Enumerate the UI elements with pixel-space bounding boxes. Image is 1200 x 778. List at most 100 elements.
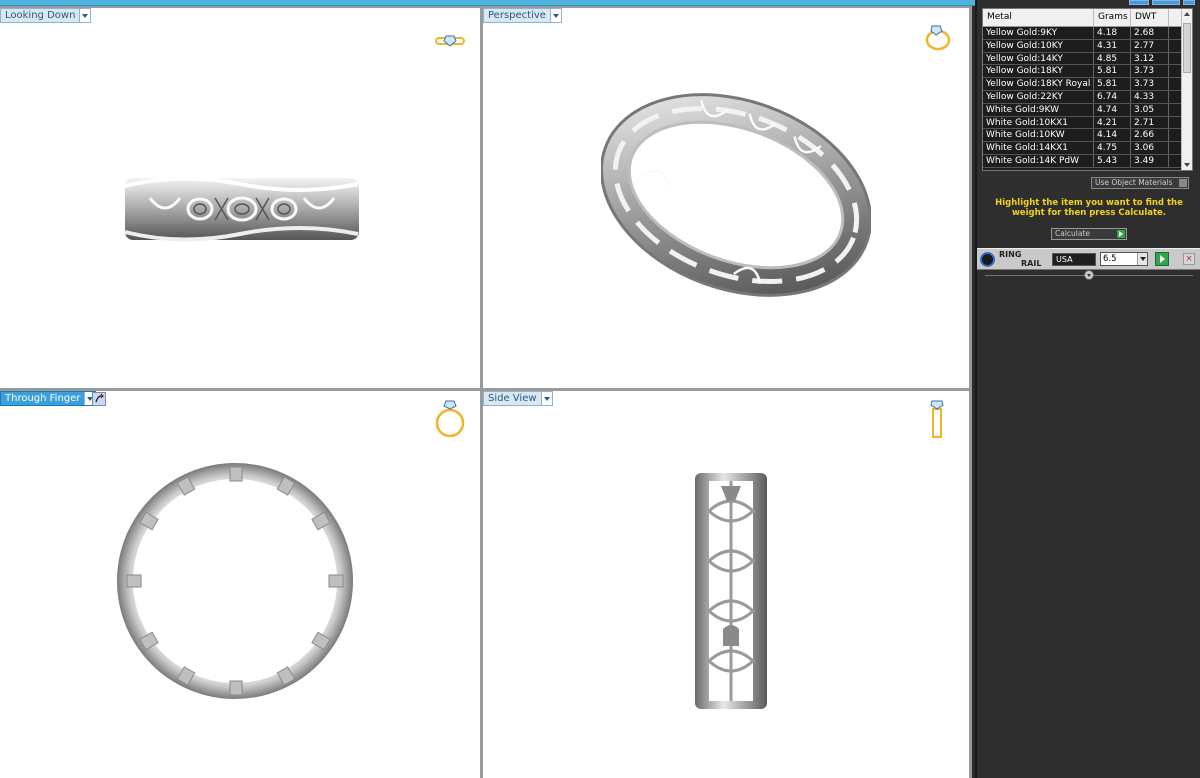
grams-cell: 4.31 [1094, 39, 1131, 52]
use-object-materials-button[interactable]: Use Object Materials [1091, 177, 1189, 189]
viewport-label-through-finger[interactable]: Through Finger [0, 391, 97, 406]
scroll-up-icon[interactable] [1184, 12, 1190, 16]
metal-cell: Yellow Gold:18KY [983, 65, 1094, 78]
viewport-looking-down[interactable]: Looking Down [0, 8, 480, 388]
metal-cell: Yellow Gold:18KY Royal [983, 78, 1094, 90]
ring-rail-title-line1: RING [999, 250, 1022, 259]
metal-weight-panel: Metal Grams DWT Yellow Gold:9KY 4.18 2.68 Y… [975, 0, 1200, 778]
chevron-down-icon[interactable] [1137, 253, 1147, 265]
grams-cell: 6.74 [1094, 90, 1131, 103]
dwt-cell: 2.77 [1131, 39, 1169, 52]
use-object-materials-label: Use Object Materials [1095, 178, 1173, 187]
ring-perspective-icon[interactable] [923, 22, 953, 52]
dwt-cell: 2.71 [1131, 116, 1169, 129]
grams-cell: 4.75 [1094, 142, 1131, 154]
dwt-cell: 3.49 [1131, 154, 1169, 167]
panel-mini-button[interactable] [1152, 0, 1180, 5]
grams-cell: 5.81 [1094, 65, 1131, 78]
table-row[interactable]: Yellow Gold:18KY 5.81 3.73 [983, 65, 1192, 79]
calculate-hint-text: Highlight the item you want to find the … [995, 198, 1183, 218]
viewport-label-side-view[interactable]: Side View [483, 391, 553, 406]
table-row[interactable]: Yellow Gold:14KY 4.85 3.12 [983, 52, 1192, 66]
table-row[interactable]: White Gold:14K PdW 5.43 3.49 [983, 154, 1192, 168]
table-scrollbar[interactable] [1181, 9, 1192, 170]
grams-cell: 5.43 [1094, 154, 1131, 167]
metal-cell: White Gold:9KW [983, 103, 1094, 116]
table-row[interactable]: White Gold:10KW 4.14 2.66 [983, 129, 1192, 143]
panel-mini-button[interactable] [1129, 0, 1149, 5]
dwt-cell: 3.73 [1131, 78, 1169, 90]
ring-size-select[interactable]: 6.5 [1100, 252, 1148, 266]
dwt-cell: 2.66 [1131, 129, 1169, 142]
dwt-cell: 3.12 [1131, 52, 1169, 65]
grams-cell: 4.21 [1094, 116, 1131, 129]
ring-top-icon[interactable] [434, 32, 466, 50]
ring-front-icon[interactable] [434, 399, 466, 439]
viewport-label-text: Looking Down [5, 10, 76, 21]
metal-cell: Yellow Gold:10KY [983, 39, 1094, 52]
metal-weight-table[interactable]: Metal Grams DWT Yellow Gold:9KY 4.18 2.68 Y… [982, 8, 1193, 171]
grams-cell: 4.85 [1094, 52, 1131, 65]
metal-cell: White Gold:14KX1 [983, 142, 1094, 154]
table-row[interactable]: White Gold:14KX1 4.75 3.06 [983, 142, 1192, 155]
close-icon[interactable]: × [1183, 253, 1195, 265]
metal-table-header: Metal Grams DWT [983, 9, 1192, 27]
ring-size-country-field[interactable]: USA [1052, 253, 1096, 266]
dwt-cell: 4.33 [1131, 90, 1169, 103]
metal-cell: Yellow Gold:22KY [983, 90, 1094, 103]
ring-side-icon[interactable] [929, 399, 945, 439]
ring-rail-toolbar: RING RAIL USA 6.5 × [977, 248, 1200, 270]
viewport-perspective[interactable]: Perspective [483, 8, 969, 388]
grams-cell: 4.18 [1094, 27, 1131, 39]
ring-rail-logo-icon [980, 252, 995, 267]
table-row[interactable]: Yellow Gold:18KY Royal 5.81 3.73 [983, 78, 1192, 91]
table-row[interactable]: Yellow Gold:9KY 4.18 2.68 [983, 27, 1192, 40]
rotate-tool-icon[interactable] [92, 392, 106, 406]
collapse-toggle-icon[interactable] [1084, 270, 1094, 280]
viewport-dropdown-arrow[interactable] [79, 9, 91, 22]
column-header-grams[interactable]: Grams [1094, 9, 1131, 26]
column-header-dwt[interactable]: DWT [1131, 9, 1169, 26]
metal-cell: White Gold:14K PdW [983, 154, 1094, 167]
dwt-cell: 3.73 [1131, 65, 1169, 78]
table-row-partial [983, 168, 1192, 170]
viewport-label-text: Side View [488, 393, 537, 404]
play-icon[interactable] [1117, 230, 1125, 238]
use-object-materials-toggle[interactable] [1179, 179, 1187, 187]
viewport-grid: Looking Down Perspective Through Finger … [0, 6, 972, 778]
viewport-through-finger[interactable]: Through Finger [0, 391, 480, 778]
grams-cell: 4.14 [1094, 129, 1131, 142]
viewport-label-perspective[interactable]: Perspective [483, 8, 562, 23]
panel-mini-button[interactable] [1183, 0, 1195, 5]
dwt-cell: 3.05 [1131, 103, 1169, 116]
viewport-side-view[interactable]: Side View [483, 391, 969, 778]
table-row[interactable]: Yellow Gold:22KY 6.74 4.33 [983, 90, 1192, 104]
viewport-dropdown-arrow[interactable] [549, 9, 561, 22]
scroll-thumb[interactable] [1183, 23, 1191, 73]
scroll-down-icon[interactable] [1184, 163, 1190, 167]
table-row[interactable]: Yellow Gold:10KY 4.31 2.77 [983, 39, 1192, 53]
table-row[interactable]: White Gold:9KW 4.74 3.05 [983, 103, 1192, 117]
viewport-dropdown-arrow[interactable] [540, 392, 552, 405]
dwt-cell: 2.68 [1131, 27, 1169, 39]
viewport-label-looking-down[interactable]: Looking Down [0, 8, 92, 23]
viewport-label-text: Perspective [488, 10, 546, 21]
metal-cell: Yellow Gold:9KY [983, 27, 1094, 39]
ring-through-finger-render [117, 463, 353, 699]
ring-perspective-render [601, 93, 871, 297]
calculate-label: Calculate [1055, 229, 1091, 238]
column-header-metal[interactable]: Metal [983, 9, 1094, 26]
metal-cell: White Gold:10KW [983, 129, 1094, 142]
ring-rail-title: RING RAIL [999, 250, 1041, 268]
metal-cell: White Gold:10KX1 [983, 116, 1094, 129]
apply-size-play-icon[interactable] [1155, 252, 1169, 266]
dwt-cell: 3.06 [1131, 142, 1169, 154]
viewport-label-text: Through Finger [5, 393, 81, 404]
metal-cell: Yellow Gold:14KY [983, 52, 1094, 65]
metal-table-body: Yellow Gold:9KY 4.18 2.68 Yellow Gold:10KY 4… [983, 27, 1192, 168]
grams-cell: 4.74 [1094, 103, 1131, 116]
table-row[interactable]: White Gold:10KX1 4.21 2.71 [983, 116, 1192, 130]
ring-top-view-render [124, 176, 359, 242]
grams-cell: 5.81 [1094, 78, 1131, 90]
calculate-button[interactable]: Calculate [1051, 228, 1127, 240]
